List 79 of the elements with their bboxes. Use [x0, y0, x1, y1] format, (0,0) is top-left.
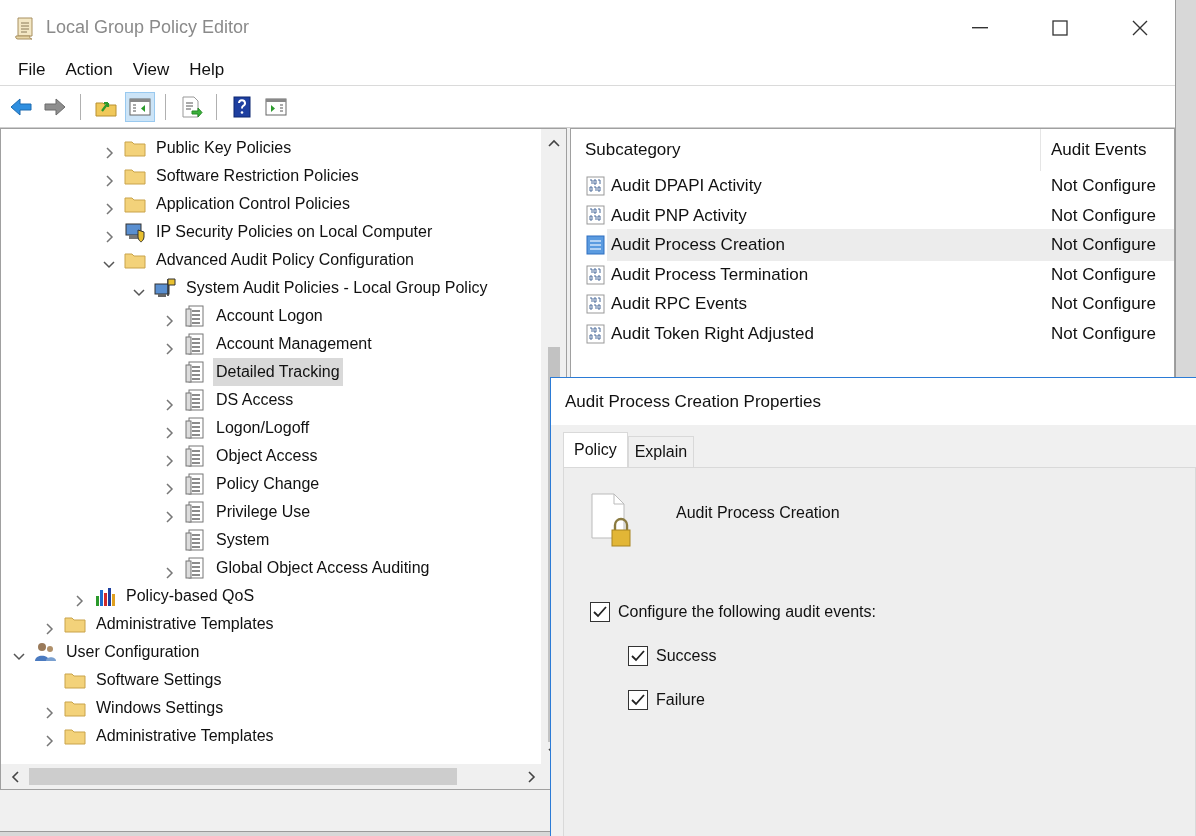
- checkbox[interactable]: [628, 690, 648, 710]
- binary-document-icon: [585, 263, 607, 286]
- tree-item[interactable]: Administrative Templates: [93, 610, 277, 638]
- window-title: Local Group Policy Editor: [46, 16, 251, 39]
- list-item[interactable]: Audit PNP Activity: [607, 199, 1041, 232]
- help-icon: [230, 94, 254, 119]
- table-cell-text: Not Configure: [1050, 204, 1157, 227]
- binary-document-icon: [585, 322, 607, 345]
- binary-document-icon: [585, 174, 607, 197]
- tree-item[interactable]: Administrative Templates: [93, 722, 277, 750]
- tree-item[interactable]: Policy Change: [213, 470, 323, 498]
- tab[interactable]: Policy: [563, 432, 628, 467]
- users-icon: [33, 640, 57, 664]
- checkbox[interactable]: [628, 646, 648, 666]
- tree-item[interactable]: System Audit Policies - Local Group Policy: [183, 274, 491, 302]
- computer-shield-icon: [123, 220, 147, 244]
- tree-item[interactable]: IP Security Policies on Local Computer: [153, 218, 436, 246]
- tree-item[interactable]: Account Management: [213, 330, 375, 358]
- menu-item[interactable]: View: [122, 57, 180, 83]
- tree-item[interactable]: Policy-based QoS: [123, 582, 258, 610]
- tree-item[interactable]: Privilege Use: [213, 498, 314, 526]
- locked-document-icon: [590, 492, 632, 548]
- tree-item[interactable]: Software Restriction Policies: [153, 162, 362, 190]
- computer-flag-icon: [153, 276, 177, 300]
- tree-item[interactable]: Application Control Policies: [153, 190, 353, 218]
- list-document-icon: [183, 472, 207, 496]
- tree-item[interactable]: Public Key Policies: [153, 134, 295, 162]
- binary-document-icon: [585, 204, 607, 227]
- scroll-icon: [14, 14, 36, 41]
- tree-item[interactable]: Logon/Logoff: [213, 414, 313, 442]
- list-document-icon: [183, 388, 207, 412]
- tree-item[interactable]: Windows Settings: [93, 694, 227, 722]
- list-item[interactable]: Audit Process Termination: [607, 258, 1041, 291]
- export-list-icon: [179, 94, 203, 119]
- scroll-right-icon[interactable]: [528, 770, 536, 783]
- menu-item[interactable]: Help: [179, 57, 235, 83]
- menu-item[interactable]: Action: [55, 57, 123, 83]
- tree-item[interactable]: Object Access: [213, 442, 321, 470]
- tree-item[interactable]: User Configuration: [63, 638, 203, 666]
- checkbox[interactable]: [590, 602, 610, 622]
- column-header[interactable]: Audit Events: [1041, 137, 1147, 163]
- table-cell-text: Not Configure: [1050, 175, 1157, 198]
- list-item[interactable]: Audit Token Right Adjusted: [607, 318, 1041, 350]
- list-document-icon: [183, 416, 207, 440]
- list-document-icon: [183, 556, 207, 580]
- table-cell-text: Not Configure: [1050, 323, 1157, 345]
- list-document-icon: [183, 444, 207, 468]
- checkbox-label: Failure: [656, 690, 705, 710]
- scroll-left-icon[interactable]: [11, 770, 19, 783]
- column-header[interactable]: Subcategory: [585, 137, 681, 163]
- menu-item[interactable]: File: [8, 57, 56, 83]
- binary-document-icon: [585, 234, 607, 256]
- list-document-icon: [183, 332, 207, 356]
- tree-pane-button[interactable]: [125, 91, 155, 122]
- table-cell: Not Configure: [1041, 229, 1174, 261]
- list-item[interactable]: Audit Process Creation: [607, 229, 1041, 261]
- tree-item[interactable]: Global Object Access Auditing: [213, 554, 433, 582]
- scroll-up-icon[interactable]: [547, 139, 560, 147]
- binary-document-icon: [585, 293, 607, 316]
- list-document-icon: [183, 528, 207, 552]
- scrollbar-thumb[interactable]: [29, 768, 457, 785]
- tab[interactable]: Explain: [627, 436, 695, 467]
- dialog-title: Audit Process Creation Properties: [551, 378, 1196, 425]
- tree-item[interactable]: Detailed Tracking: [213, 358, 343, 386]
- list-document-icon: [183, 500, 207, 524]
- list-item[interactable]: Audit RPC Events: [607, 288, 1041, 320]
- tree-item[interactable]: Software Settings: [93, 666, 225, 694]
- tree-item[interactable]: DS Access: [213, 386, 297, 414]
- checkbox-label: Configure the following audit events:: [618, 602, 876, 622]
- tree-item[interactable]: System: [213, 526, 273, 554]
- list-document-icon: [183, 304, 207, 328]
- table-cell-text: Not Configure: [1050, 293, 1157, 316]
- table-cell-text: Not Configure: [1050, 263, 1157, 286]
- policy-name: Audit Process Creation: [676, 503, 840, 523]
- checkbox-label: Success: [656, 646, 717, 666]
- tree-item[interactable]: Account Logon: [213, 302, 326, 330]
- list-document-icon: [183, 360, 207, 384]
- list-item[interactable]: Audit DPAPI Activity: [607, 170, 1041, 202]
- tree-item[interactable]: Advanced Audit Policy Configuration: [153, 246, 417, 274]
